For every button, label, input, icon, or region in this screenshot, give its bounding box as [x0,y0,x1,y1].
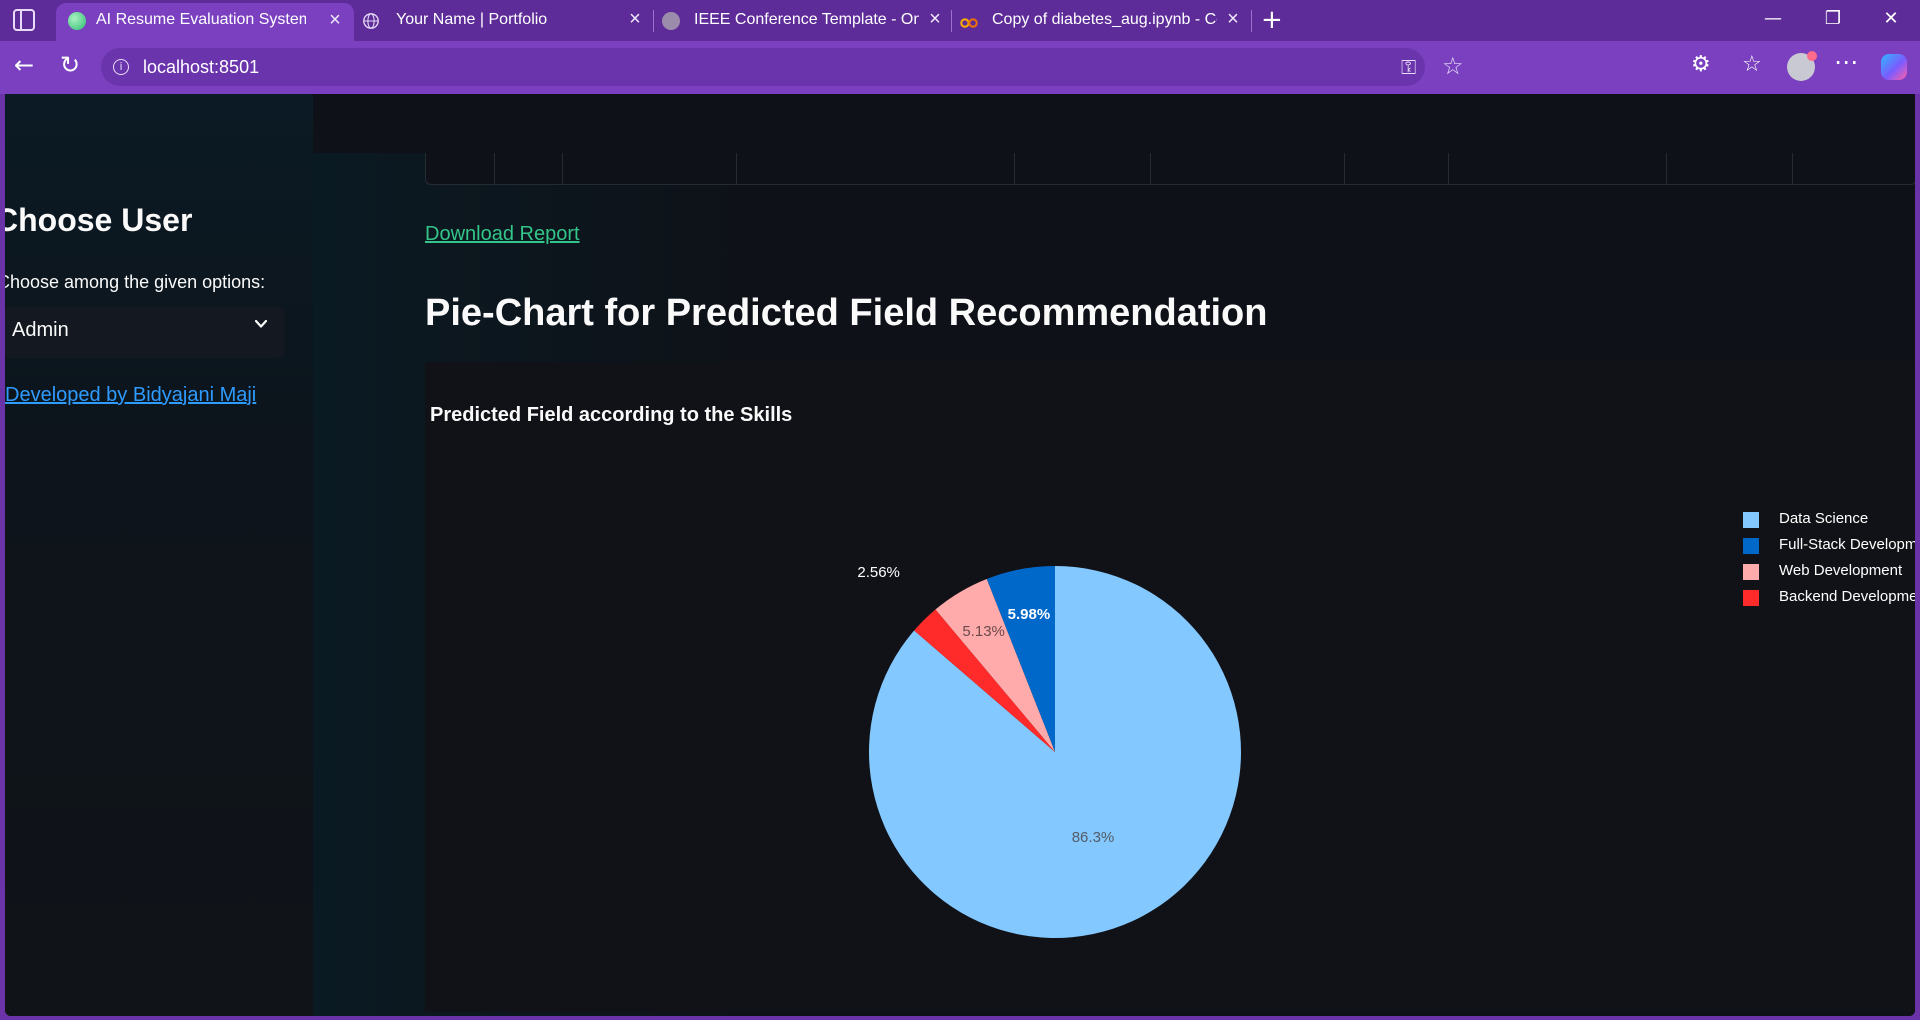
close-tab-icon[interactable]: × [924,8,946,30]
browser-toolbar: ← ↻ i localhost:8501 ⚿ ☆ ⚙ ☆ ⋯ [0,41,1920,94]
tab-portfolio[interactable]: Your Name | Portfolio × [356,0,652,41]
user-select[interactable]: Admin [5,306,285,358]
restore-icon[interactable]: ❐ [1813,8,1853,29]
profile-avatar[interactable] [1787,51,1817,81]
table-cell [1150,153,1151,184]
pie-chart-card: Predicted Field according to the Skills … [425,362,1915,1012]
address-bar[interactable]: i localhost:8501 ⚿ ☆ [101,48,1464,86]
close-tab-icon[interactable]: × [1222,8,1244,30]
vertical-tabs-icon[interactable] [13,9,35,31]
user-select-value: Admin [12,319,69,341]
slice-value-label: 5.13% [962,623,1005,640]
tab-colab[interactable]: Copy of diabetes_aug.ipynb - Col × [952,0,1252,41]
main-content: Download Report Pie-Chart for Predicted … [313,94,1915,1016]
legend-label: Web Development [1779,562,1903,579]
table-cell [1666,153,1667,184]
sidebar-title: Choose User [5,202,193,238]
developer-link[interactable]: Developed by Bidyajani Maji [5,384,256,407]
legend-label: Data Science [1779,510,1869,527]
tab-title: Your Name | Portfolio [396,11,548,28]
legend-swatch [1743,590,1759,606]
key-icon[interactable]: ⚿ [1401,55,1416,79]
tab-ieee[interactable]: IEEE Conference Template - Onlin × [654,0,950,41]
overleaf-icon [662,12,680,30]
legend-swatch [1743,512,1759,528]
table-cell [494,153,495,184]
window-close-icon[interactable]: ✕ [1871,8,1911,29]
new-tab-icon[interactable]: + [1261,5,1283,35]
table-cell [562,153,563,184]
table-cell [1448,153,1449,184]
back-icon[interactable]: ← [8,51,40,79]
tab-divider [1251,10,1252,32]
copilot-icon[interactable] [1881,54,1907,80]
legend-label: Full-Stack Developme [1779,536,1915,553]
tab-strip: AI Resume Evaluation System × Your Name … [0,0,1920,41]
table-cell [1792,153,1793,184]
legend-label: Backend Developmer [1779,588,1915,605]
page-viewport: Choose User Choose among the given optio… [5,94,1915,1016]
streamlit-icon [68,12,86,30]
tab-title: Copy of diabetes_aug.ipynb - Col [992,11,1217,28]
refresh-icon[interactable]: ↻ [54,51,86,79]
tab-title: AI Resume Evaluation System [96,11,306,28]
slice-value-label: 86.3% [1072,829,1115,846]
table-cell [1014,153,1015,184]
download-report-link[interactable]: Download Report [425,223,580,246]
data-table[interactable] [425,153,1915,185]
tab-ai-resume[interactable]: AI Resume Evaluation System × [56,3,354,41]
section-heading: Pie-Chart for Predicted Field Recommenda… [425,292,1268,334]
select-label: Choose among the given options: [5,272,266,292]
legend-swatch [1743,538,1759,554]
sidebar: Choose User Choose among the given optio… [5,94,313,1016]
site-info-icon[interactable]: i [113,59,129,75]
slice-value-label: 5.98% [1008,606,1051,623]
url-text[interactable]: localhost:8501 [143,57,259,78]
favorite-star-icon[interactable]: ☆ [1442,52,1464,80]
legend-swatch [1743,564,1759,580]
favorites-icon[interactable]: ☆ [1742,52,1762,77]
more-options-icon[interactable]: ⋯ [1834,48,1858,76]
close-tab-icon[interactable]: × [624,8,646,30]
pie-chart: 86.3% 5.98%5.13% 2.56% [857,564,1242,939]
extensions-icon[interactable]: ⚙ [1691,52,1711,77]
chevron-down-icon [255,319,267,328]
globe-icon [363,13,379,29]
close-tab-icon[interactable]: × [324,9,346,31]
table-cell [1344,153,1345,184]
slice-value-label: 2.56% [857,564,900,581]
colab-icon [960,18,978,28]
table-cell [736,153,737,184]
minimize-icon[interactable]: — [1753,8,1793,29]
tab-title: IEEE Conference Template - Onlin [694,11,919,28]
